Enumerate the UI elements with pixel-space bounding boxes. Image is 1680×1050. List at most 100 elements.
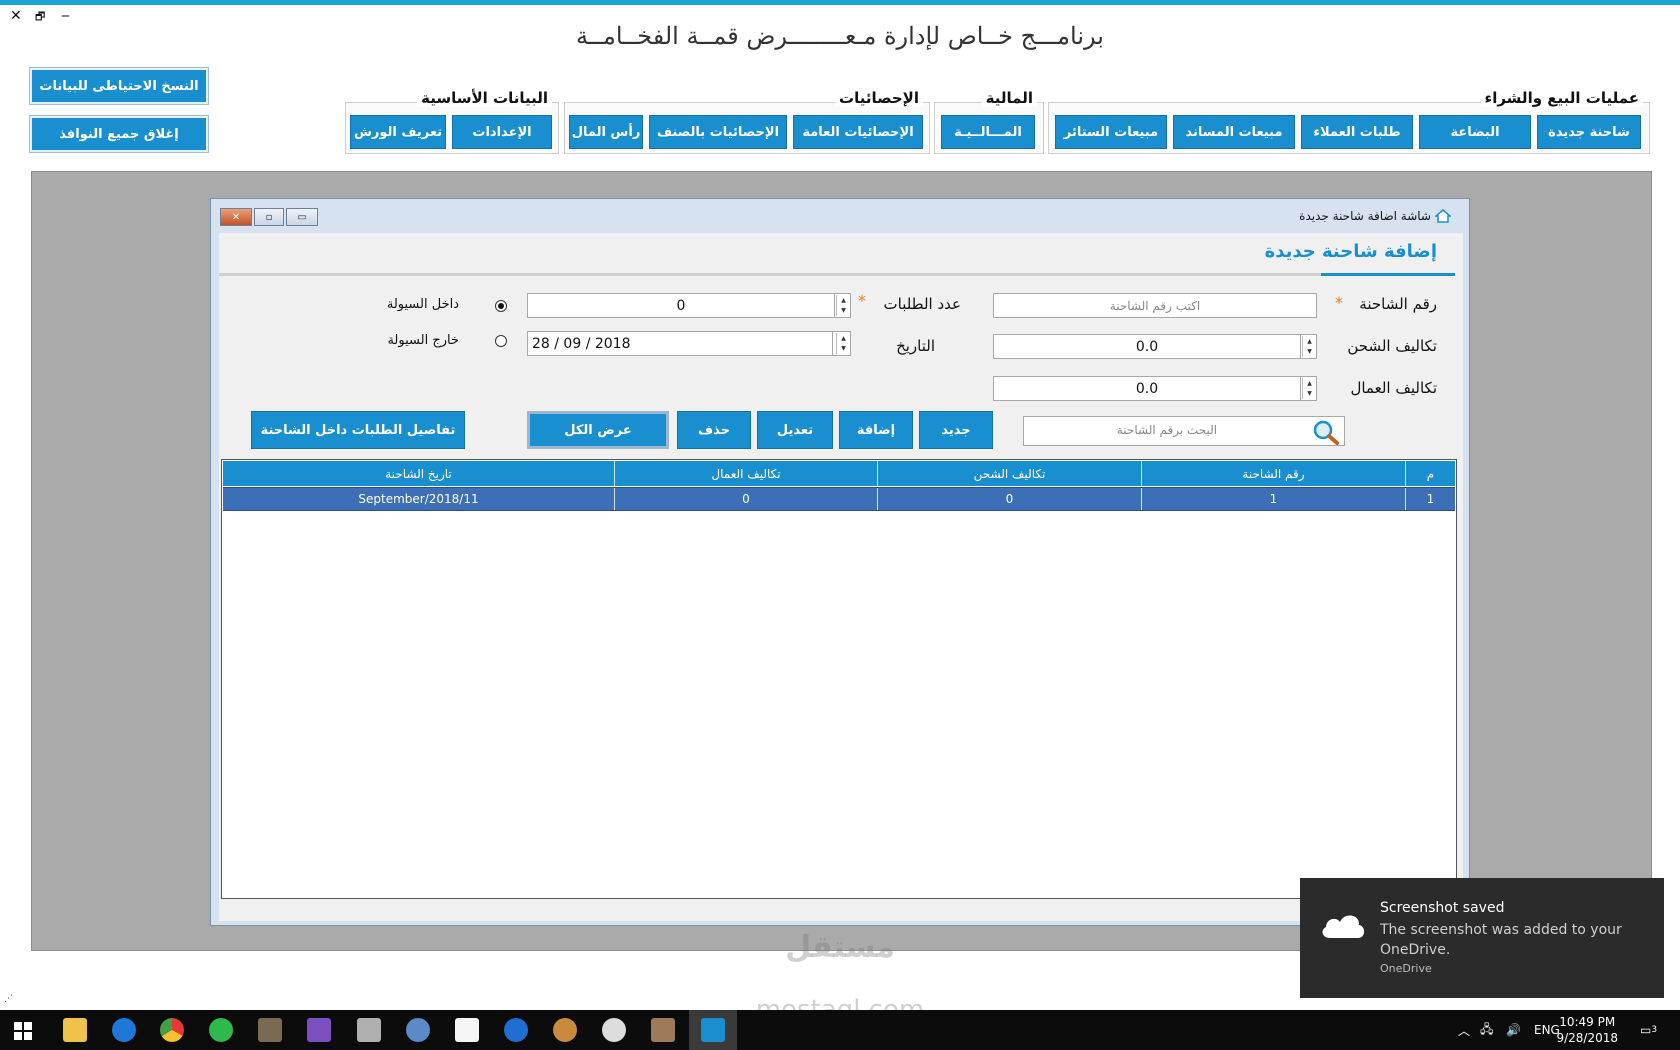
settings-gear-icon[interactable] xyxy=(406,1018,430,1042)
group-title-sales: عمليات البيع والشراء xyxy=(1480,89,1643,107)
search-icon[interactable] xyxy=(1312,419,1340,445)
tray-chevron-icon[interactable]: ︿ xyxy=(1458,1010,1470,1050)
goods-button[interactable]: البضاعة xyxy=(1419,115,1531,149)
finance-button[interactable]: المـــالــيـة xyxy=(941,115,1035,149)
active-app-slot[interactable] xyxy=(689,1010,737,1050)
tools-icon[interactable] xyxy=(258,1018,282,1042)
home-icon xyxy=(1435,209,1451,223)
outside-liquidity-label: خارج السيولة xyxy=(387,333,459,348)
labor-cost-spinner[interactable]: ▲ ▼ xyxy=(1301,376,1317,401)
shipping-cost-input[interactable]: 0.0 xyxy=(993,334,1301,359)
labor-cost-label: تكاليف العمال xyxy=(1350,379,1437,397)
column-header[interactable]: تاريخ الشاحنة xyxy=(223,461,614,486)
customer-orders-button[interactable]: طلبات العملاء xyxy=(1301,115,1413,149)
backup-button[interactable]: النسخ الاحتياطى للبيانات xyxy=(29,67,209,105)
general-stats-button[interactable]: الإحصائيات العامة xyxy=(793,115,923,149)
child-window-body: إضافة شاحنة جديدة رقم الشاحنة * اكتب رقم… xyxy=(219,233,1463,921)
clock[interactable]: 10:49 PM 9/28/2018 xyxy=(1556,1014,1618,1046)
shipping-cost-spinner[interactable]: ▲ ▼ xyxy=(1301,334,1317,359)
orders-count-label: عدد الطلبات xyxy=(883,295,962,313)
menu-group-stats: الإحصائيات الإحصائيات العامة الإحصائيات … xyxy=(564,89,930,154)
workshops-button[interactable]: تعريف الورش xyxy=(350,115,446,149)
teamviewer-icon[interactable] xyxy=(504,1018,528,1042)
network-icon[interactable]: 🖧 xyxy=(1480,1010,1493,1050)
edge-icon[interactable] xyxy=(112,1018,136,1042)
toast-title: Screenshot saved xyxy=(1380,900,1505,916)
edit-button[interactable]: تعديل xyxy=(757,411,833,449)
close-all-windows-button[interactable]: إغلاق جميع النوافذ xyxy=(29,115,209,153)
windows-start-icon[interactable] xyxy=(14,1022,32,1040)
gear-icon[interactable] xyxy=(602,1018,626,1042)
labor-cost-input[interactable]: 0.0 xyxy=(993,376,1301,401)
new-truck-button[interactable]: شاحنة جديدة xyxy=(1537,115,1641,149)
table-cell[interactable]: 1 xyxy=(1405,488,1455,510)
truck-number-label: رقم الشاحنة xyxy=(1359,295,1437,313)
app-title: برنامـــج خــاص لإدارة مـعــــــــرض قمـ… xyxy=(576,22,1104,50)
visual-studio-icon[interactable] xyxy=(307,1018,331,1042)
menu-group-sales: عمليات البيع والشراء شاحنة جديدة البضاعة… xyxy=(1048,89,1650,154)
required-mark: * xyxy=(858,291,866,310)
truck-number-input[interactable]: اكتب رقم الشاحنة xyxy=(993,293,1317,318)
outside-liquidity-radio[interactable] xyxy=(495,335,507,347)
child-window-title: شاشة اضافة شاحنة جديدة xyxy=(1299,209,1451,223)
notification-center-icon[interactable]: ▭ 3 xyxy=(1640,1010,1657,1050)
order-details-button[interactable]: تفاصيل الطلبات داخل الشاحنة xyxy=(251,411,465,449)
table-cell[interactable]: 0 xyxy=(614,488,877,510)
menu-group-basic-data: البيانات الأساسية الإعدادات تعريف الورش xyxy=(345,89,559,154)
file-explorer-icon[interactable] xyxy=(63,1018,87,1042)
new-button[interactable]: جديد xyxy=(919,411,993,449)
table-cell[interactable]: September/2018/11 xyxy=(223,488,614,510)
section-title: إضافة شاحنة جديدة xyxy=(1264,241,1437,262)
date-spinner[interactable]: ▲ ▼ xyxy=(833,331,851,356)
column-header[interactable]: تكاليف الشحن xyxy=(877,461,1141,486)
shipping-cost-label: تكاليف الشحن xyxy=(1347,337,1437,355)
column-header[interactable]: تكاليف العمال xyxy=(614,461,877,486)
close-icon[interactable]: ✕ xyxy=(220,208,252,226)
volume-icon[interactable]: 🔊 xyxy=(1506,1010,1521,1050)
maximize-icon[interactable]: ▫ xyxy=(254,208,284,226)
group-title-finance: المالية xyxy=(981,89,1037,107)
group-title-basic-data: البيانات الأساسية xyxy=(417,89,552,107)
cushion-sales-button[interactable]: مبيعات المساند xyxy=(1173,115,1295,149)
toast-source: OneDrive xyxy=(1380,962,1432,975)
show-all-button[interactable]: عرض الكل xyxy=(527,411,669,449)
table-cell[interactable]: 0 xyxy=(877,488,1141,510)
paint-icon[interactable] xyxy=(553,1018,577,1042)
delete-button[interactable]: حذف xyxy=(677,411,751,449)
divider xyxy=(219,273,1455,276)
stats-by-item-button[interactable]: الإحصائيات بالصنف xyxy=(649,115,787,149)
capital-button[interactable]: رأس المال xyxy=(569,115,643,149)
minimize-icon[interactable]: ▭ xyxy=(286,208,318,226)
onedrive-toast[interactable]: Screenshot saved The screenshot was adde… xyxy=(1300,878,1664,998)
add-button[interactable]: إضافة xyxy=(839,411,913,449)
orders-count-input[interactable]: 0 xyxy=(527,293,835,318)
column-header[interactable]: رقم الشاحنة xyxy=(1141,461,1405,486)
inside-liquidity-radio[interactable] xyxy=(495,300,507,312)
table-header: م رقم الشاحنة تكاليف الشحن تكاليف العمال… xyxy=(223,461,1455,486)
table-cell[interactable]: 1 xyxy=(1141,488,1405,510)
trucks-table: م رقم الشاحنة تكاليف الشحن تكاليف العمال… xyxy=(221,459,1457,899)
home-app-icon[interactable] xyxy=(701,1018,725,1042)
child-window-title-text: شاشة اضافة شاحنة جديدة xyxy=(1299,209,1431,223)
orders-count-spinner[interactable]: ▲ ▼ xyxy=(835,293,851,318)
sticky-notes-icon[interactable] xyxy=(455,1018,479,1042)
date-picker[interactable]: 28 / 09 / 2018 xyxy=(527,331,833,356)
search-box[interactable]: البحث برقم الشاحنة xyxy=(1023,416,1345,446)
top-accent-bar xyxy=(0,0,1680,5)
divider-accent xyxy=(1321,273,1455,276)
app-icon[interactable] xyxy=(651,1018,675,1042)
cloud-icon xyxy=(1322,915,1365,938)
column-header[interactable]: م xyxy=(1405,461,1455,486)
chrome-icon[interactable] xyxy=(160,1018,184,1042)
curtain-sales-button[interactable]: مبيعات الستائر xyxy=(1055,115,1167,149)
whatsapp-icon[interactable] xyxy=(209,1018,233,1042)
search-input[interactable]: البحث برقم الشاحنة xyxy=(1024,423,1310,437)
settings-button[interactable]: الإعدادات xyxy=(452,115,552,149)
add-truck-window: شاشة اضافة شاحنة جديدة ✕ ▫ ▭ إضافة شاحنة… xyxy=(210,198,1470,926)
group-title-stats: الإحصائيات xyxy=(835,89,923,107)
table-row[interactable]: 1 1 0 0 September/2018/11 xyxy=(223,487,1455,511)
resize-grip[interactable]: ⋰ xyxy=(4,994,13,1004)
date-label: التاريخ xyxy=(896,337,935,355)
watermark-logo: مستقل xyxy=(785,930,895,965)
database-icon[interactable] xyxy=(357,1018,381,1042)
